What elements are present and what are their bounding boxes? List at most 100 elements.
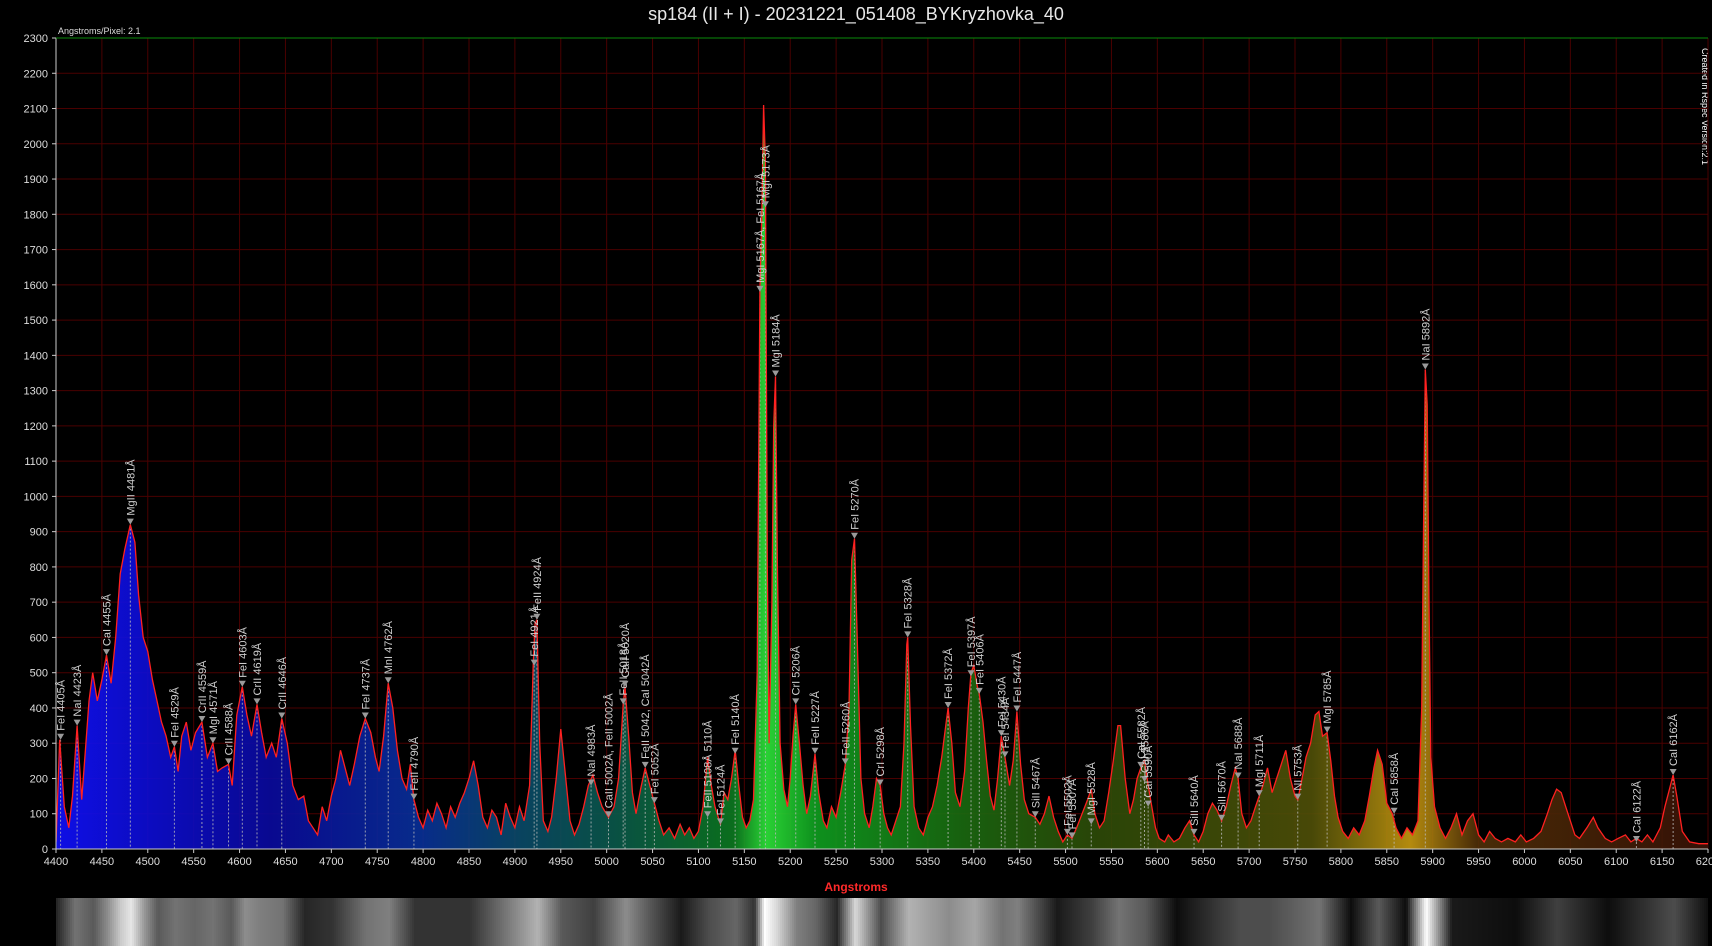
x-tick-label: 5150 (732, 856, 756, 868)
spectrum-strip-band (1090, 898, 1092, 946)
spectrum-strip-band (898, 898, 900, 946)
spectrum-strip-band (772, 898, 774, 946)
spectrum-strip-band (64, 898, 66, 946)
spectrum-strip-band (974, 898, 976, 946)
spectrum-strip-band (1050, 898, 1052, 946)
spectrum-strip-band (122, 898, 124, 946)
spectrum-strip-band (1096, 898, 1098, 946)
line-label: NaI 4423Å (71, 664, 84, 717)
spectrum-strip-band (1120, 898, 1122, 946)
spectrum-strip-band (1462, 898, 1464, 946)
spectrum-strip-band (62, 898, 64, 946)
spectrum-strip-band (90, 898, 92, 946)
spectrum-strip-band (1396, 898, 1398, 946)
spectrum-strip-band (760, 898, 762, 946)
spectrum-strip-band (224, 898, 226, 946)
spectrum-strip-band (136, 898, 138, 946)
spectrum-strip-band (108, 898, 110, 946)
spectrum-strip-band (1268, 898, 1270, 946)
spectrum-strip-band (722, 898, 724, 946)
x-tick-label: 6000 (1512, 856, 1536, 868)
spectrum-strip-band (1144, 898, 1146, 946)
spectrum-strip-band (744, 898, 746, 946)
y-tick-label: 1700 (24, 245, 48, 257)
spectrum-strip-band (806, 898, 808, 946)
spectrum-strip-band (1464, 898, 1466, 946)
spectrum-strip-band (1696, 898, 1698, 946)
y-tick-label: 200 (30, 773, 48, 785)
spectrum-strip-band (430, 898, 432, 946)
line-label: CaII 5020Å (619, 622, 632, 678)
spectrum-strip-band (576, 898, 578, 946)
line-marker-triangle (278, 712, 286, 719)
line-label: FeI 5328Å (902, 577, 915, 628)
spectrum-strip-band (1676, 898, 1678, 946)
line-marker-triangle (361, 712, 369, 719)
spectrum-strip-band (682, 898, 684, 946)
spectrum-strip-band (770, 898, 772, 946)
x-tick-label: 4600 (227, 856, 251, 868)
spectrum-strip-band (456, 898, 458, 946)
spectrum-strip-band (1372, 898, 1374, 946)
spectrum-strip-band (988, 898, 990, 946)
spectrum-strip-band (912, 898, 914, 946)
spectrum-strip-band (1542, 898, 1544, 946)
spectrum-strip-band (1416, 898, 1418, 946)
spectrum-strip-band (1014, 898, 1016, 946)
spectrum-strip-band (656, 898, 658, 946)
spectrum-strip-band (678, 898, 680, 946)
x-tick-label: 5850 (1375, 856, 1399, 868)
spectrum-strip-band (1098, 898, 1100, 946)
spectrum-strip-band (608, 898, 610, 946)
spectrum-strip-band (900, 898, 902, 946)
spectrum-strip-band (1706, 898, 1708, 946)
spectrum-strip-band (1104, 898, 1106, 946)
line-label: FeI 5447Å (1011, 651, 1024, 702)
spectrum-strip-band (880, 898, 882, 946)
spectrum-strip-band (1332, 898, 1334, 946)
spectrum-strip-band (1030, 898, 1032, 946)
spectrum-strip-band (1250, 898, 1252, 946)
spectrum-strip-band (1470, 898, 1472, 946)
x-tick-label: 5800 (1329, 856, 1353, 868)
spectrum-strip-band (1674, 898, 1676, 946)
spectrum-strip-band (1392, 898, 1394, 946)
spectrum-strip-band (1110, 898, 1112, 946)
spectrum-strip-band (1052, 898, 1054, 946)
line-label: SiII 5640Å (1188, 774, 1201, 825)
spectrum-strip-band (498, 898, 500, 946)
spectrum-strip-band (802, 898, 804, 946)
spectrum-strip-band (790, 898, 792, 946)
spectrum-strip-band (662, 898, 664, 946)
spectrum-strip-band (1046, 898, 1048, 946)
spectrum-strip-band (1474, 898, 1476, 946)
spectrum-strip-band (1076, 898, 1078, 946)
spectrum-strip-band (702, 898, 704, 946)
spectrum-strip-band (1018, 898, 1020, 946)
spectrum-strip-band (936, 898, 938, 946)
spectrum-strip-band (590, 898, 592, 946)
spectrum-strip-band (986, 898, 988, 946)
spectrum-strip-band (734, 898, 736, 946)
spectrum-strip-band (1260, 898, 1262, 946)
spectrum-strip-band (906, 898, 908, 946)
spectrum-strip-band (1586, 898, 1588, 946)
spectrum-strip-band (706, 898, 708, 946)
spectrum-strip-band (976, 898, 978, 946)
spectrum-strip-band (892, 898, 894, 946)
spectrum-strip-band (218, 898, 220, 946)
spectrum-strip-band (1358, 898, 1360, 946)
spectrum-strip-band (104, 898, 106, 946)
spectrum-strip-band (640, 898, 642, 946)
spectrum-strip-band (328, 898, 330, 946)
spectrum-strip-band (556, 898, 558, 946)
spectrum-strip-band (652, 898, 654, 946)
spectrum-strip-band (482, 898, 484, 946)
spectrum-strip-band (1156, 898, 1158, 946)
spectrum-strip-band (1498, 898, 1500, 946)
spectrum-strip-band (116, 898, 118, 946)
spectrum-strip-band (1274, 898, 1276, 946)
spectrum-strip-band (176, 898, 178, 946)
spectrum-strip-band (168, 898, 170, 946)
spectrum-strip-band (922, 898, 924, 946)
